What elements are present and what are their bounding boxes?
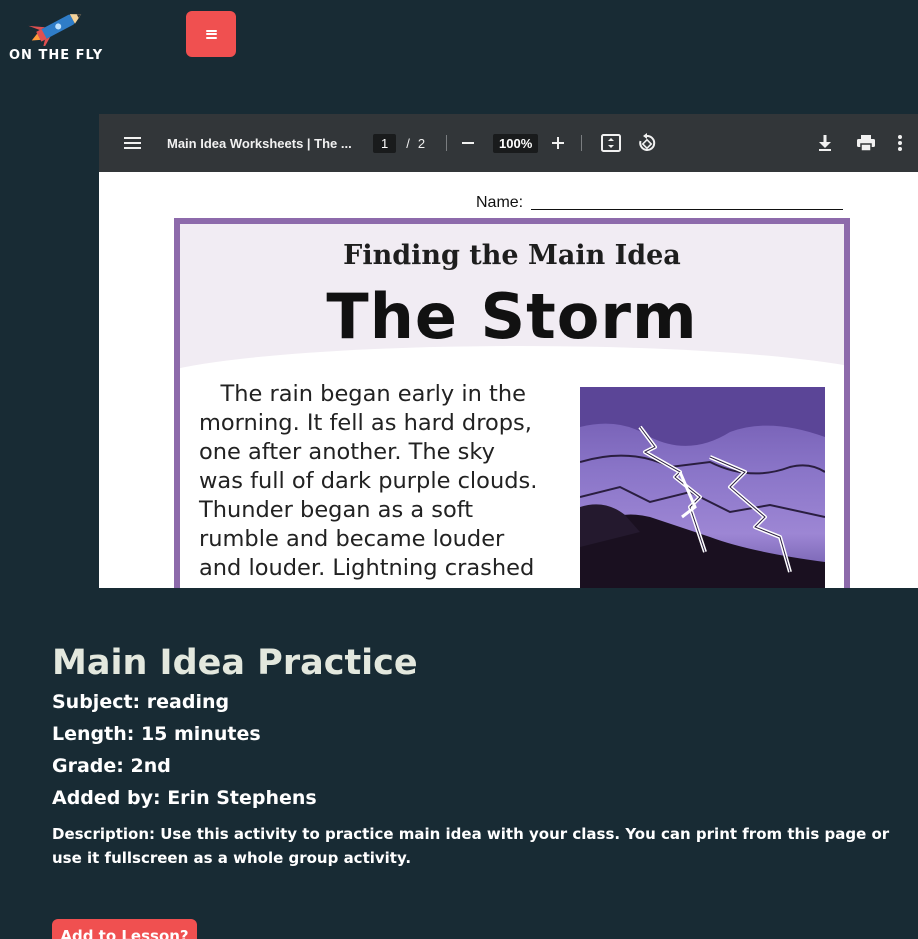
site-logo[interactable]: ON THE FLY	[8, 6, 118, 66]
pdf-toolbar: Main Idea Worksheets | The ... 1 / 2 100…	[99, 114, 918, 172]
lesson-title: Main Idea Practice	[52, 643, 418, 683]
print-icon	[857, 135, 875, 151]
worksheet-title: The Storm	[326, 280, 698, 353]
download-button[interactable]	[817, 114, 833, 172]
logo-text: ON THE FLY	[9, 48, 104, 63]
nav-menu-button[interactable]	[186, 11, 236, 57]
lesson-added-by: Added by: Erin Stephens	[52, 787, 317, 809]
storm-illustration	[580, 387, 825, 588]
page-separator: /	[406, 135, 410, 151]
worksheet-heading: Finding the Main Idea	[343, 240, 681, 271]
page-indicator: 1 / 2	[373, 114, 425, 172]
lesson-details: Main Idea Practice Subject: reading Leng…	[52, 640, 418, 814]
lightning-storm-image	[580, 387, 825, 588]
pdf-document-title: Main Idea Worksheets | The ...	[167, 135, 352, 151]
pdf-page: Name: Finding the Main Idea The Storm Th…	[104, 172, 918, 588]
zoom-in-button[interactable]	[551, 114, 565, 172]
zoom-level[interactable]: 100%	[493, 114, 539, 172]
story-line: Thunder began as a soft	[199, 497, 474, 523]
toolbar-divider	[581, 135, 582, 151]
rotate-icon	[639, 133, 656, 151]
lesson-description: Description: Use this activity to practi…	[52, 825, 890, 867]
page-number-input[interactable]: 1	[373, 133, 397, 153]
zoom-out-button[interactable]	[461, 114, 475, 172]
rotate-button[interactable]	[637, 114, 657, 172]
more-vert-icon	[898, 135, 902, 151]
lesson-grade: Grade: 2nd	[52, 755, 171, 777]
story-line: morning. It fell as hard drops,	[199, 410, 532, 436]
story-line: rumble and became louder	[199, 526, 505, 552]
hamburger-icon	[205, 29, 217, 39]
add-to-lesson-button[interactable]: Add to Lesson?	[52, 919, 197, 939]
zoom-value: 100%	[493, 133, 539, 153]
download-icon	[819, 135, 831, 151]
story-text: The rain began early in the morning. It …	[199, 380, 569, 583]
toolbar-divider	[446, 135, 447, 151]
name-label: Name:	[476, 194, 524, 211]
lesson-subject: Subject: reading	[52, 691, 230, 713]
minus-icon	[462, 142, 474, 144]
worksheet-frame: Finding the Main Idea The Storm The rain…	[174, 218, 850, 588]
name-line	[531, 209, 843, 210]
story-line: The rain began early in the	[199, 381, 526, 407]
lesson-length: Length: 15 minutes	[52, 723, 261, 745]
fit-page-button[interactable]	[601, 114, 621, 172]
print-button[interactable]	[857, 114, 875, 172]
fit-page-icon	[601, 134, 621, 152]
plus-icon	[552, 137, 564, 149]
total-pages: 2	[417, 135, 426, 151]
story-line: was full of dark purple clouds.	[199, 468, 538, 494]
rocket-pencil-icon	[28, 14, 82, 46]
more-options-button[interactable]	[897, 114, 903, 172]
pdf-viewer[interactable]: Main Idea Worksheets | The ... 1 / 2 100…	[99, 114, 918, 588]
story-line: and louder. Lightning crashed	[199, 555, 535, 581]
story-line: one after another. The sky	[199, 439, 495, 465]
menu-icon[interactable]	[124, 114, 142, 172]
